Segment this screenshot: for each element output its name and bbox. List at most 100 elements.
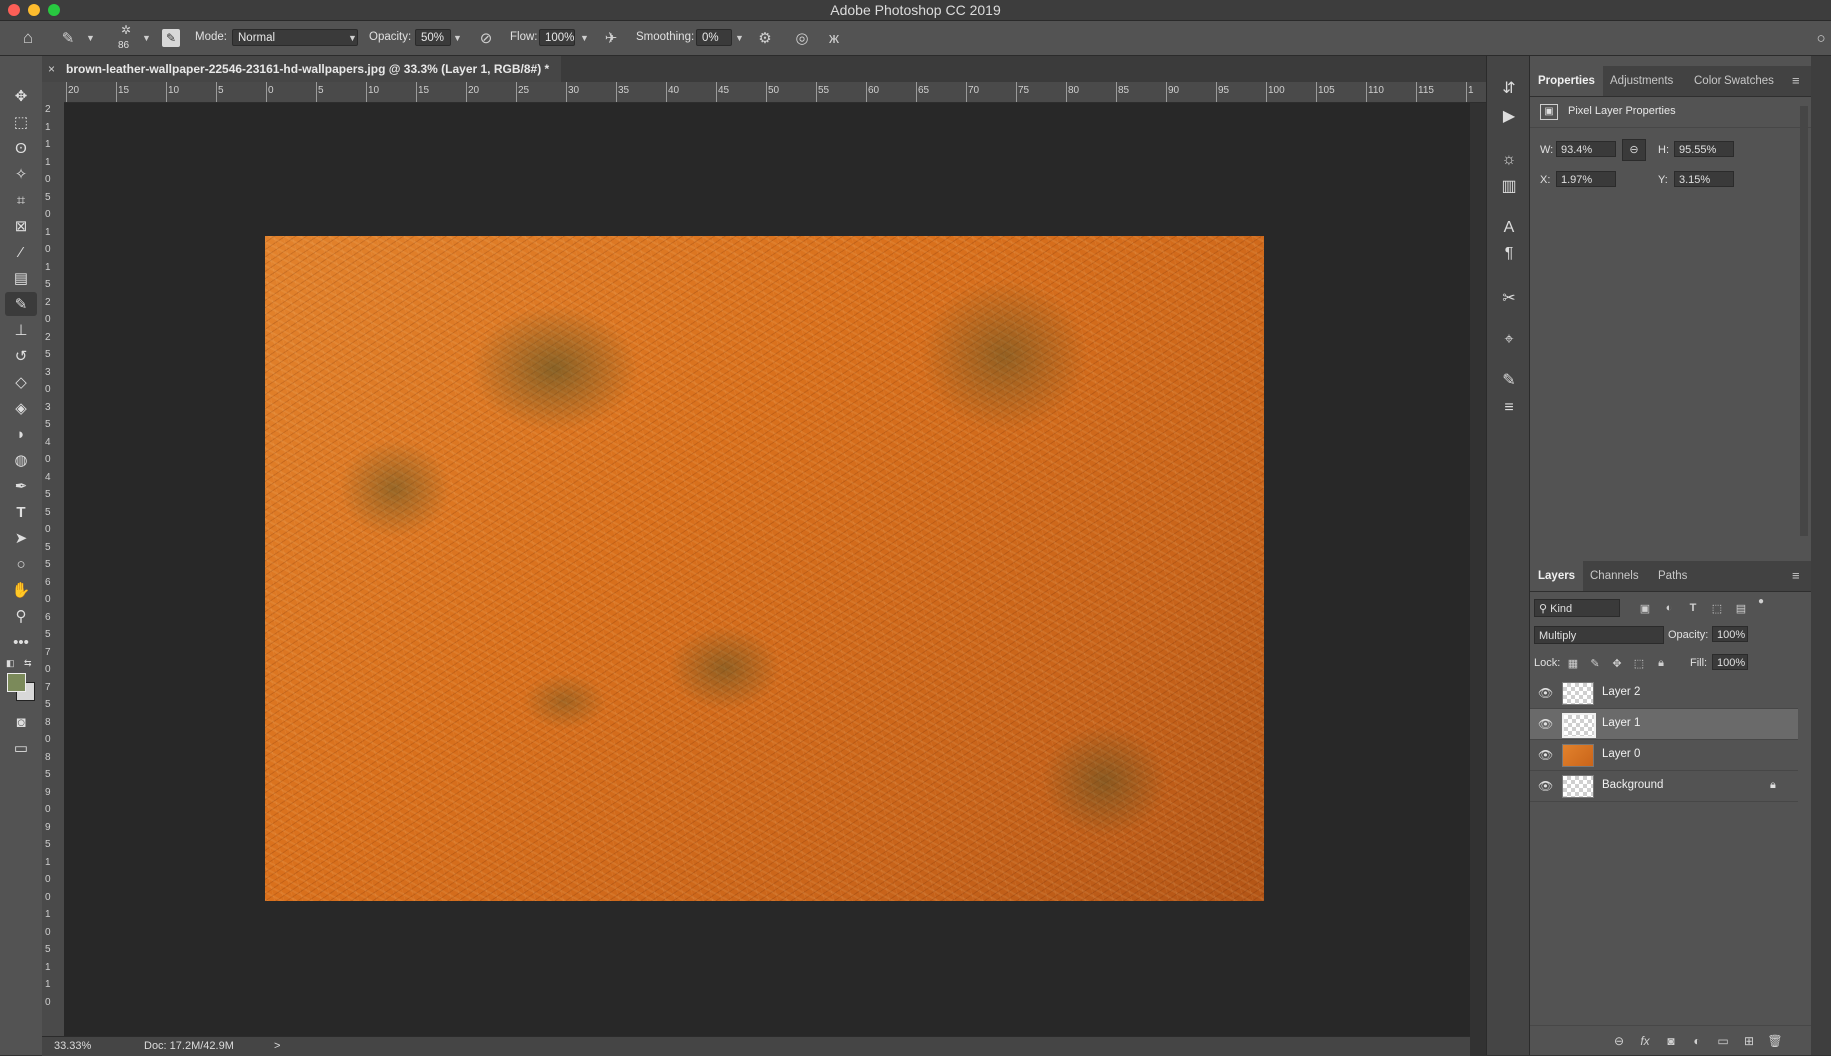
link-icon[interactable]: ⊖ — [1622, 139, 1646, 161]
layer-opacity-input[interactable]: 100% — [1712, 626, 1748, 642]
filter-smart-object-icon[interactable]: ▤ — [1734, 600, 1748, 616]
w-input[interactable]: 93.4% — [1556, 141, 1616, 157]
quick-mask-icon[interactable]: ◙ — [5, 710, 37, 734]
visibility-eye-icon[interactable]: 👁︎ — [1538, 748, 1554, 762]
crop-tool-icon[interactable]: ⌗ — [5, 188, 37, 212]
leather-image-canvas[interactable] — [265, 236, 1264, 901]
actions-play-icon[interactable]: ▶ — [1495, 104, 1523, 128]
frame-tool-icon[interactable]: ⊠ — [5, 214, 37, 238]
eyedropper-tool-icon[interactable]: ⁄ — [5, 240, 37, 264]
layer-row-background[interactable]: 👁︎ Background 🔒︎ — [1530, 771, 1798, 802]
brush-tool-icon[interactable]: ✎ — [5, 292, 37, 316]
eraser-tool-icon[interactable]: ◇ — [5, 370, 37, 394]
brushes-icon[interactable]: ✎ — [1495, 368, 1523, 392]
airbrush-icon[interactable]: ✈ — [601, 28, 621, 48]
layer-filter-select[interactable]: ⚲ Kind — [1534, 599, 1620, 617]
layer-row-layer-2[interactable]: 👁︎ Layer 2 — [1530, 678, 1798, 709]
fill-input[interactable]: 100% — [1712, 654, 1748, 670]
character-icon[interactable]: A — [1495, 216, 1523, 240]
gear-icon[interactable]: ⚙ — [755, 28, 775, 48]
zoom-tool-icon[interactable]: ⚲ — [5, 604, 37, 628]
new-layer-icon[interactable]: ⊞ — [1740, 1032, 1758, 1050]
visibility-eye-icon[interactable]: 👁︎ — [1538, 686, 1554, 700]
filter-adjustment-icon[interactable]: ◐ — [1662, 600, 1676, 616]
healing-brush-tool-icon[interactable]: ▤ — [5, 266, 37, 290]
swap-colors-icon[interactable]: ⇆ — [24, 658, 34, 668]
tab-properties[interactable]: Properties — [1530, 66, 1603, 96]
filter-shape-icon[interactable]: ⬚ — [1710, 600, 1724, 616]
more-tools-icon[interactable]: ••• — [5, 630, 37, 654]
smoothing-input[interactable]: 0% — [696, 29, 732, 46]
ellipse-tool-icon[interactable]: ○ — [5, 552, 37, 576]
adjustment-layer-icon[interactable]: ◐ — [1688, 1032, 1706, 1050]
layer-row-layer-0[interactable]: 👁︎ Layer 0 — [1530, 740, 1798, 771]
pen-tool-icon[interactable]: ✒ — [5, 474, 37, 498]
add-mask-icon[interactable]: ◙ — [1662, 1032, 1680, 1050]
history-icon[interactable]: ⇵ — [1495, 76, 1523, 100]
pressure-opacity-icon[interactable]: ⊘ — [476, 28, 496, 48]
panel-menu-icon[interactable]: ≡ — [1792, 561, 1800, 591]
filter-pixel-icon[interactable]: ▣ — [1638, 600, 1652, 616]
tab-channels[interactable]: Channels — [1590, 561, 1639, 591]
dodge-tool-icon[interactable]: ◍ — [5, 448, 37, 472]
tool-presets-icon[interactable]: ✂ — [1495, 286, 1523, 310]
lock-all-icon[interactable]: 🔒︎ — [1654, 656, 1668, 670]
foreground-color-swatch[interactable] — [7, 673, 26, 692]
paragraph-icon[interactable]: ¶ — [1495, 242, 1523, 266]
link-layers-icon[interactable]: ⊖ — [1610, 1032, 1628, 1050]
lock-pixels-icon[interactable]: ✎ — [1588, 656, 1602, 670]
fx-icon[interactable]: fx — [1636, 1032, 1654, 1050]
tab-paths[interactable]: Paths — [1658, 561, 1687, 591]
magic-wand-tool-icon[interactable]: ✧ — [5, 162, 37, 186]
close-tab-icon[interactable]: × — [48, 56, 55, 82]
lasso-tool-icon[interactable]: ʘ — [5, 136, 37, 160]
marquee-tool-icon[interactable]: ⬚ — [5, 110, 37, 134]
search-icon[interactable]: ○ — [1812, 29, 1830, 47]
properties-scrollbar[interactable] — [1800, 106, 1808, 536]
chevron-down-icon[interactable]: ▼ — [735, 33, 744, 43]
y-input[interactable]: 3.15% — [1674, 171, 1734, 187]
hand-tool-icon[interactable]: ✋ — [5, 578, 37, 602]
paint-bucket-tool-icon[interactable]: ◈ — [5, 396, 37, 420]
chevron-down-icon[interactable]: ▼ — [142, 33, 151, 43]
filter-type-icon[interactable]: T — [1686, 600, 1700, 616]
zoom-level[interactable]: 33.33% — [54, 1040, 91, 1052]
tab-swatches[interactable]: Swatches — [1724, 66, 1774, 96]
brush-tool-icon[interactable]: ✎ — [58, 28, 78, 48]
lock-position-icon[interactable]: ✥ — [1610, 656, 1624, 670]
lock-transparent-icon[interactable]: ▦ — [1566, 656, 1580, 670]
blend-mode-select[interactable]: Multiply — [1534, 626, 1664, 644]
clone-stamp-tool-icon[interactable]: ⊥ — [5, 318, 37, 342]
delete-layer-icon[interactable]: 🗑︎ — [1766, 1032, 1784, 1050]
libraries-icon[interactable]: ☼ — [1495, 148, 1523, 172]
chevron-down-icon[interactable]: ▼ — [580, 33, 589, 43]
symmetry-butterfly-icon[interactable]: ж — [824, 28, 844, 48]
flow-input[interactable]: 100% — [539, 29, 575, 46]
layer-row-layer-1[interactable]: 👁︎ Layer 1 — [1530, 709, 1798, 740]
brush-settings-icon[interactable]: ≡ — [1495, 396, 1523, 420]
filter-toggle-icon[interactable]: ● — [1756, 596, 1766, 607]
path-selection-tool-icon[interactable]: ➤ — [5, 526, 37, 550]
brush-preset-icon[interactable]: ✲ — [115, 23, 137, 37]
history-brush-tool-icon[interactable]: ↺ — [5, 344, 37, 368]
blur-tool-icon[interactable]: ◗ — [5, 422, 37, 446]
tab-adjustments[interactable]: Adjustments — [1610, 66, 1673, 96]
new-group-icon[interactable]: ▭ — [1714, 1032, 1732, 1050]
panel-menu-icon[interactable]: ≡ — [1792, 66, 1800, 96]
navigator-icon[interactable]: ⌖ — [1495, 328, 1523, 352]
visibility-eye-icon[interactable]: 👁︎ — [1538, 717, 1554, 731]
histogram-icon[interactable]: ▥ — [1495, 174, 1523, 198]
pressure-size-icon[interactable]: ◎ — [792, 28, 812, 48]
mode-select[interactable]: Normal — [232, 29, 358, 46]
visibility-eye-icon[interactable]: 👁︎ — [1538, 779, 1554, 793]
default-colors-icon[interactable]: ◧ — [6, 658, 16, 668]
chevron-down-icon[interactable]: ▼ — [453, 33, 462, 43]
tab-color[interactable]: Color — [1694, 66, 1721, 96]
document-tab[interactable]: × brown-leather-wallpaper-22546-23161-hd… — [42, 56, 562, 82]
screen-mode-icon[interactable]: ▭ — [5, 736, 37, 760]
x-input[interactable]: 1.97% — [1556, 171, 1616, 187]
lock-artboard-icon[interactable]: ⬚ — [1632, 656, 1646, 670]
opacity-input[interactable]: 50% — [415, 29, 451, 46]
type-tool-icon[interactable]: T — [5, 500, 37, 524]
move-tool-icon[interactable]: ✥ — [5, 84, 37, 108]
